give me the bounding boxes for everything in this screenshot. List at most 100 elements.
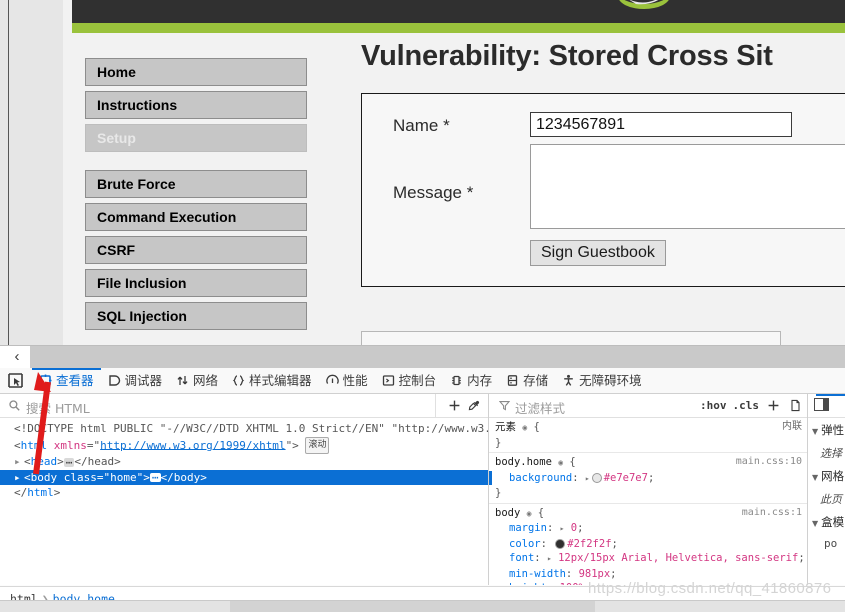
- sidebar-item-brute-force[interactable]: Brute Force: [85, 170, 307, 198]
- dom-line-html-open[interactable]: <html xmlns="http://www.w3.org/1999/xhtm…: [0, 436, 488, 454]
- css-value[interactable]: 100%: [560, 582, 585, 585]
- chevron-down-icon[interactable]: ▼: [812, 427, 818, 436]
- chevron-right-icon[interactable]: ▸: [14, 470, 24, 486]
- css-filter-tools: :hov .cls: [698, 394, 805, 417]
- expand-triangle-icon[interactable]: ▸: [585, 474, 590, 483]
- dvwa-sidebar-nav: Home Instructions Setup Brute Force Comm…: [85, 58, 307, 335]
- dom-tree[interactable]: <!DOCTYPE html PUBLIC "-//W3C//DTD XHTML…: [0, 418, 488, 585]
- sidebar-item-csrf[interactable]: CSRF: [85, 236, 307, 264]
- tab-debugger[interactable]: 调试器: [101, 368, 170, 393]
- layout-section-grid[interactable]: ▼ 网格: [808, 464, 845, 488]
- css-property[interactable]: min-width: [495, 568, 566, 580]
- rule-target-icon[interactable]: ◉: [527, 509, 532, 518]
- pseudo-hover-toggle[interactable]: :hov: [698, 399, 729, 412]
- expand-triangle-icon[interactable]: ▸: [547, 554, 552, 563]
- tab-performance-label: 性能: [342, 373, 368, 388]
- angle-close: >: [53, 486, 61, 499]
- tab-style-editor-label: 样式编辑器: [249, 373, 312, 388]
- message-field-label: Message *: [393, 183, 474, 202]
- collapsed-children-icon[interactable]: ⋯: [149, 472, 161, 483]
- tab-performance[interactable]: 性能: [319, 368, 375, 393]
- tab-inspector[interactable]: 查看器: [32, 368, 101, 393]
- css-selector: 元素: [495, 421, 516, 433]
- layout-section-flex[interactable]: ▼ 弹性: [808, 418, 845, 442]
- color-swatch[interactable]: [591, 472, 602, 483]
- css-property[interactable]: height: [495, 582, 547, 585]
- close-tag-body: </body>: [160, 470, 207, 484]
- chevron-right-icon[interactable]: ▸: [14, 454, 24, 470]
- css-selector: body.home: [495, 456, 552, 468]
- tab-accessibility[interactable]: 无障碍环境: [555, 368, 649, 393]
- layout-section-boxmodel[interactable]: ▼ 盒模: [808, 510, 845, 534]
- css-value[interactable]: 981px: [579, 568, 611, 580]
- tab-storage[interactable]: 存储: [499, 368, 555, 393]
- sidebar-item-sql-injection[interactable]: SQL Injection: [85, 302, 307, 330]
- plus-icon[interactable]: [763, 396, 783, 416]
- sign-guestbook-button[interactable]: Sign Guestbook: [530, 240, 666, 266]
- dom-line-html-close[interactable]: </html>: [0, 485, 488, 501]
- message-input[interactable]: [530, 144, 845, 229]
- layout-tab-marker: [816, 394, 845, 396]
- sidebar-item-file-inclusion[interactable]: File Inclusion: [85, 269, 307, 297]
- storage-icon: [506, 374, 519, 387]
- new-rule-icon[interactable]: [785, 396, 805, 416]
- performance-icon: [325, 374, 339, 387]
- sidebar-item-setup[interactable]: Setup: [85, 124, 307, 152]
- tab-console[interactable]: 控制台: [375, 368, 444, 393]
- css-declaration[interactable]: min-width: 981px;: [495, 567, 807, 582]
- sidebar-item-command-execution[interactable]: Command Execution: [85, 203, 307, 231]
- css-property[interactable]: color: [495, 538, 541, 550]
- tab-network[interactable]: 网络: [169, 368, 225, 393]
- rule-target-icon[interactable]: ◉: [558, 458, 563, 467]
- css-property[interactable]: margin: [495, 522, 547, 534]
- chevron-down-icon[interactable]: ▼: [812, 519, 818, 528]
- back-chevron-icon[interactable]: ‹: [8, 349, 26, 365]
- sidebar-item-home[interactable]: Home: [85, 58, 307, 86]
- layout-section-boxmodel-label: 盒模: [821, 515, 845, 529]
- css-rule-close: }: [495, 487, 502, 499]
- dom-tag-head: head: [30, 455, 58, 468]
- layout-section-grid-sub: 此页: [820, 493, 842, 506]
- layout-panel-icon[interactable]: [814, 398, 829, 411]
- rule-target-icon[interactable]: ◉: [522, 423, 527, 432]
- css-property[interactable]: background: [495, 472, 572, 484]
- os-taskbar-item[interactable]: [230, 601, 595, 612]
- collapsed-children-icon[interactable]: ⋯: [63, 457, 75, 468]
- layout-section-grid-label: 网格: [821, 469, 845, 483]
- tab-accessibility-label: 无障碍环境: [579, 373, 642, 388]
- dom-line-doctype[interactable]: <!DOCTYPE html PUBLIC "-//W3C//DTD XHTML…: [0, 421, 488, 437]
- sidebar-item-instructions[interactable]: Instructions: [85, 91, 307, 119]
- plus-icon[interactable]: [444, 396, 464, 416]
- dom-attr-value-class: home: [110, 470, 137, 484]
- css-rules-list[interactable]: 内联 元素 ◉ { } main.css:10 body.home ◉ { ba…: [489, 418, 807, 585]
- chevron-down-icon[interactable]: ▼: [812, 473, 818, 482]
- name-input[interactable]: [530, 112, 792, 137]
- css-property[interactable]: font: [495, 552, 534, 564]
- element-picker-icon[interactable]: [6, 371, 25, 390]
- css-rule-element[interactable]: 内联 元素 ◉ { }: [489, 418, 807, 453]
- dom-tag-body: body: [30, 470, 58, 484]
- css-value[interactable]: #2f2f2f: [567, 538, 611, 550]
- dom-line-body[interactable]: ▸ <body class="home"> ⋯ </body>: [0, 469, 488, 486]
- css-filter-bar[interactable]: 过滤样式 :hov .cls: [489, 394, 807, 418]
- css-rule-body-home[interactable]: main.css:10 body.home ◉ { background: ▸ #…: [489, 453, 807, 504]
- dom-search-bar[interactable]: 搜索 HTML: [0, 394, 488, 418]
- tab-style-editor[interactable]: 样式编辑器: [225, 368, 319, 393]
- angle-close: >: [57, 455, 64, 468]
- dom-attr-value-xmlns: http://www.w3.org/1999/xhtml: [100, 438, 286, 452]
- css-value[interactable]: #e7e7e7: [604, 472, 648, 484]
- dom-line-head[interactable]: ▸ <head> ⋯ </head>: [0, 454, 488, 470]
- eyedropper-icon[interactable]: [464, 396, 484, 416]
- css-declaration[interactable]: font: ▸ 12px/15px Arial, Helvetica, sans…: [495, 551, 807, 567]
- css-declaration[interactable]: margin: ▸ 0;: [495, 521, 807, 537]
- css-declaration[interactable]: color: #2f2f2f;: [495, 537, 807, 552]
- css-rule-body[interactable]: main.css:1 body ◉ { margin: ▸ 0; color: …: [489, 504, 807, 586]
- css-declaration[interactable]: background: ▸ #e7e7e7;: [495, 471, 807, 487]
- css-value[interactable]: 12px/15px Arial, Helvetica, sans-serif: [558, 552, 798, 564]
- scroll-badge[interactable]: 滚动: [305, 436, 330, 454]
- layout-section-flex-label: 弹性: [821, 423, 845, 437]
- expand-triangle-icon[interactable]: ▸: [560, 524, 565, 533]
- tab-memory[interactable]: 内存: [443, 368, 499, 393]
- class-toggle[interactable]: .cls: [731, 399, 762, 412]
- color-swatch[interactable]: [555, 538, 566, 549]
